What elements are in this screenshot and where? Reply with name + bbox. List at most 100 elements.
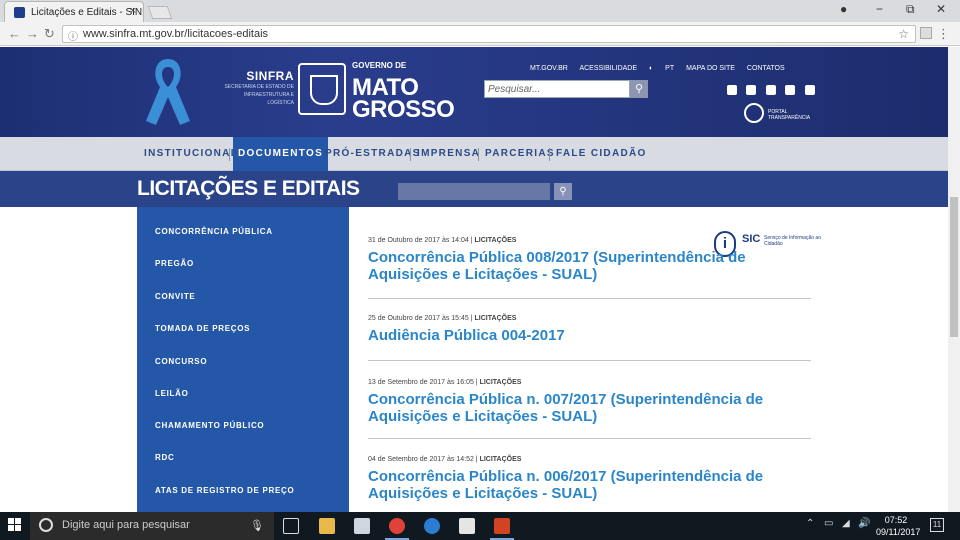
sinfra-subtitle: SECRETARIA DE ESTADO DE INFRAESTRUTURA E…: [224, 84, 294, 106]
nav-imprensa[interactable]: IMPRENSA: [417, 137, 480, 171]
extension-icon[interactable]: [920, 27, 932, 39]
transparency-label: PORTAL TRANSPARÊNCIA: [768, 109, 811, 121]
news-category[interactable]: LICITAÇÕES: [475, 237, 517, 244]
browser-tab[interactable]: Licitações e Editais - SINF ×: [4, 1, 144, 22]
section-search-icon[interactable]: ⚲: [554, 183, 572, 200]
minimize-button[interactable]: −: [876, 2, 883, 16]
news-date: 04 de Setembro de 2017 às 14:52: [368, 456, 474, 463]
people-icon[interactable]: ⌃: [806, 518, 814, 529]
info-icon[interactable]: ⓘ: [68, 28, 78, 43]
news-title-link[interactable]: Concorrência Pública n. 006/2017 (Superi…: [368, 468, 788, 502]
file-explorer-icon[interactable]: [319, 518, 335, 534]
tab-close-icon[interactable]: ×: [130, 5, 136, 17]
powerpoint-icon[interactable]: [490, 518, 514, 540]
address-bar[interactable]: ⓘ www.sinfra.mt.gov.br/licitacoes-editai…: [62, 25, 916, 43]
sidebar-item-chamamento[interactable]: CHAMAMENTO PÚBLICO: [155, 421, 264, 430]
news-meta: 04 de Setembro de 2017 às 14:52 | LICITA…: [368, 456, 522, 463]
profile-icon[interactable]: ●: [840, 2, 847, 16]
new-tab-button[interactable]: [147, 6, 173, 19]
link-sitemap[interactable]: MAPA DO SITE: [686, 65, 735, 72]
nav-separator: [410, 148, 411, 161]
link-accessibility[interactable]: ACESSIBILIDADE: [579, 65, 637, 72]
sidebar-item-rdc[interactable]: RDC: [155, 453, 174, 462]
news-divider: [368, 360, 811, 361]
sidebar-item-leilao[interactable]: LEILÃO: [155, 389, 189, 398]
nav-institucional[interactable]: INSTITUCIONAL: [144, 137, 238, 171]
news-category[interactable]: LICITAÇÕES: [480, 456, 522, 463]
windows-start-icon[interactable]: [8, 518, 22, 532]
nav-pro-estradas[interactable]: PRÓ-ESTRADAS: [325, 137, 421, 171]
nav-separator: [229, 148, 230, 161]
news-title-link[interactable]: Concorrência Pública n. 007/2017 (Superi…: [368, 391, 788, 425]
instagram-icon[interactable]: [765, 85, 776, 95]
sidebar: CONCORRÊNCIA PÚBLICA PREGÃO CONVITE TOMA…: [137, 207, 349, 512]
task-view-icon[interactable]: [283, 518, 299, 534]
sidebar-item-concurso[interactable]: CONCURSO: [155, 357, 207, 366]
sidebar-item-concorrencia[interactable]: CONCORRÊNCIA PÚBLICA: [155, 227, 273, 236]
search-icon[interactable]: ⚲: [630, 80, 648, 98]
news-date: 13 de Setembro de 2017 às 16:05: [368, 379, 474, 386]
volume-icon[interactable]: 🔊: [858, 518, 870, 529]
site-header: SINFRA SECRETARIA DE ESTADO DE INFRAESTR…: [0, 47, 948, 137]
flickr-icon[interactable]: [804, 85, 815, 95]
back-arrow-icon[interactable]: ←: [8, 26, 21, 41]
link-mtgov[interactable]: MT.GOV.BR: [530, 65, 568, 72]
network-icon[interactable]: ◢: [842, 518, 850, 529]
news-meta: 13 de Setembro de 2017 às 16:05 | LICITA…: [368, 379, 522, 386]
forward-arrow-icon[interactable]: →: [26, 26, 39, 41]
news-date: 25 de Outubro de 2017 às 15:45: [368, 315, 469, 322]
taskbar-search-input[interactable]: Digite aqui para pesquisar 🎙: [30, 512, 274, 540]
page-scrollbar[interactable]: [948, 47, 960, 512]
link-contacts[interactable]: CONTATOS: [747, 65, 785, 72]
twitter-icon[interactable]: [746, 85, 757, 95]
browser-toolbar: ← → ↻ ⓘ www.sinfra.mt.gov.br/licitacoes-…: [0, 22, 960, 46]
mail-icon[interactable]: [459, 518, 475, 534]
transparency-portal-link[interactable]: PORTAL TRANSPARÊNCIA: [744, 103, 824, 125]
section-title-bar: LICITAÇÕES E EDITAIS ⚲: [0, 171, 948, 207]
taskbar-clock[interactable]: 07:52 09/11/2017: [876, 514, 920, 538]
facebook-icon[interactable]: [727, 85, 737, 95]
sidebar-item-pregao[interactable]: PREGÃO: [155, 259, 194, 268]
news-item: 04 de Setembro de 2017 às 14:52 | LICITA…: [368, 456, 788, 502]
maximize-button[interactable]: ⧉: [906, 2, 915, 17]
gov-label: GOVERNO DE: [352, 61, 407, 70]
nav-separator: [478, 148, 479, 161]
reload-icon[interactable]: ↻: [44, 26, 55, 42]
news-meta: 25 de Outubro de 2017 às 15:45 | LICITAÇ…: [368, 315, 517, 322]
sidebar-item-atas[interactable]: ATAS DE REGISTRO DE PREÇO: [155, 486, 294, 495]
gov-title: MATO GROSSO: [352, 76, 455, 122]
battery-icon[interactable]: ▭: [824, 518, 833, 529]
news-title-link[interactable]: Audiência Pública 004-2017: [368, 327, 788, 344]
microphone-icon[interactable]: 🎙: [250, 519, 264, 532]
header-search-input[interactable]: Pesquisar...: [484, 80, 630, 98]
nav-fale-cidadao[interactable]: FALE CIDADÃO: [556, 137, 647, 171]
scrollbar-thumb[interactable]: [950, 197, 958, 337]
browser-menu-icon[interactable]: ⋮: [937, 26, 950, 42]
transparency-icon: [744, 103, 764, 123]
notification-center-icon[interactable]: 11: [930, 518, 944, 532]
news-category[interactable]: LICITAÇÕES: [480, 379, 522, 386]
nav-documentos[interactable]: DOCUMENTOS: [233, 137, 329, 171]
news-item: 25 de Outubro de 2017 às 15:45 | LICITAÇ…: [368, 315, 788, 344]
chrome-icon[interactable]: [385, 518, 409, 540]
taskbar-search-placeholder: Digite aqui para pesquisar: [62, 519, 190, 531]
news-item: 13 de Setembro de 2017 às 16:05 | LICITA…: [368, 379, 788, 425]
sinfra-logo-text: SINFRA: [246, 69, 294, 83]
sidebar-item-tomada-de-precos[interactable]: TOMADA DE PREÇOS: [155, 324, 250, 333]
page-viewport: SINFRA SECRETARIA DE ESTADO DE INFRAESTR…: [0, 47, 948, 512]
nav-parcerias[interactable]: PARCERIAS: [485, 137, 555, 171]
news-title-link[interactable]: Concorrência Pública 008/2017 (Superinte…: [368, 249, 788, 283]
sidebar-item-convite[interactable]: CONVITE: [155, 292, 195, 301]
youtube-icon[interactable]: [785, 85, 796, 95]
taskbar: Digite aqui para pesquisar 🎙 ⌃ ▭ ◢ 🔊 07:…: [0, 512, 960, 540]
store-icon[interactable]: [354, 518, 370, 534]
close-window-button[interactable]: ✕: [936, 2, 946, 16]
contrast-icon[interactable]: ◐: [649, 65, 653, 72]
edge-icon[interactable]: [424, 518, 440, 534]
news-category[interactable]: LICITAÇÕES: [475, 315, 517, 322]
blue-ribbon-icon: [146, 59, 190, 125]
link-language[interactable]: PT: [665, 65, 674, 72]
main-nav: INSTITUCIONAL DOCUMENTOS PRÓ-ESTRADAS IM…: [0, 137, 948, 257]
section-search-input[interactable]: [398, 183, 550, 200]
bookmark-star-icon[interactable]: ☆: [898, 27, 909, 41]
